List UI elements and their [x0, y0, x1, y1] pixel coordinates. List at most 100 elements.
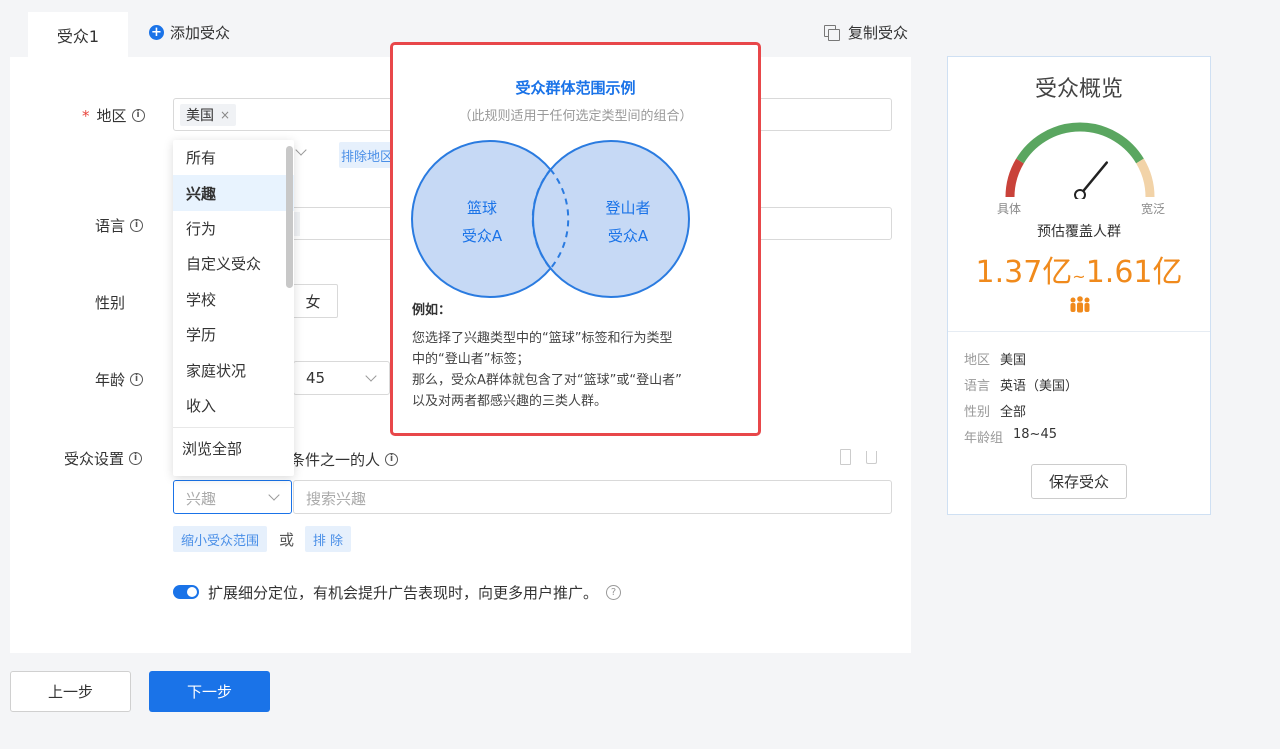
popup-title: 受众群体范围示例 — [515, 79, 636, 97]
exclude-region-text: 排除地区 — [340, 149, 393, 165]
overview-key: 地区 — [964, 353, 991, 368]
venn-right-line-2: 受众A — [607, 227, 649, 245]
venn-left-line-1: 篮球 — [466, 199, 497, 217]
copy-audience-label: 复制受众 — [848, 24, 909, 42]
narrow-audience-button[interactable]: 缩小受众范围 — [173, 526, 267, 552]
coverage-gauge — [1005, 122, 1155, 199]
dropdown-item-family-status[interactable]: 家庭状况 — [173, 352, 294, 387]
prev-step-button[interactable]: 上一步 — [10, 671, 131, 712]
exclude-region-chip[interactable]: 排除地区 — [339, 142, 395, 168]
trash-icon[interactable] — [866, 451, 877, 464]
dropdown-item-behavior[interactable]: 行为 — [173, 211, 294, 246]
overview-key: 年龄组 — [964, 431, 1004, 446]
info-icon[interactable]: i — [130, 373, 144, 386]
audience-overview-panel: 受众概览 具体 宽泛 预估覆盖人群 1.37亿~1.61亿 地区 美国 语言 英语（… — [947, 56, 1211, 515]
region-label: * 地区 i — [82, 105, 145, 126]
gauge-arc-red — [1005, 158, 1024, 198]
save-audience-text: 保存受众 — [1048, 473, 1109, 491]
copy-audience-button[interactable]: 复制受众 — [824, 22, 908, 43]
coverage-sep: ~ — [1072, 267, 1086, 286]
plus-icon: + — [149, 25, 164, 40]
age-max-value: 45 — [306, 369, 326, 387]
condition-text-value: 条件之一的人 — [290, 451, 381, 469]
gauge-arc-beige — [1136, 158, 1155, 198]
interest-search-placeholder: 搜索兴趣 — [306, 490, 367, 508]
add-audience-button[interactable]: + 添加受众 — [149, 22, 230, 43]
venn-right-line-1: 登山者 — [605, 199, 651, 217]
example-body: 您选择了兴趣类型中的“篮球”标签和行为类型 中的“登山者”标签； 那么，受众A群… — [412, 328, 712, 412]
language-label-text: 语言 — [95, 217, 126, 235]
chevron-down-icon — [365, 370, 377, 382]
expand-targeting-toggle[interactable] — [173, 585, 199, 599]
exclude-button[interactable]: 排 除 — [305, 526, 351, 552]
tab-audience-1-label: 受众1 — [56, 26, 100, 46]
or-text: 或 — [279, 531, 295, 549]
exclude-text: 排 除 — [312, 533, 344, 549]
prev-step-text: 上一步 — [47, 683, 93, 701]
gauge-needle — [1078, 161, 1109, 197]
age-label: 年龄 i — [95, 369, 144, 390]
audience-type-value: 兴趣 — [186, 490, 217, 508]
dropdown-item-interest[interactable]: 兴趣 — [173, 175, 294, 211]
venn-left-label: 篮球 受众A — [454, 194, 510, 250]
dropdown-item-custom-audience[interactable]: 自定义受众 — [173, 246, 294, 281]
next-step-button[interactable]: 下一步 — [149, 671, 270, 712]
audience-settings-label: 受众设置 i — [64, 448, 143, 469]
overview-value: 18~45 — [1013, 427, 1057, 442]
info-icon[interactable]: i — [385, 453, 399, 466]
info-icon[interactable]: i — [130, 219, 144, 232]
age-max-select[interactable]: 45 — [293, 361, 390, 395]
audience-settings-text: 受众设置 — [64, 450, 125, 468]
venn-right-label: 登山者 受众A — [596, 194, 660, 250]
dropdown-item-school[interactable]: 学校 — [173, 282, 294, 317]
gender-label: 性别 — [95, 292, 125, 313]
overview-key: 性别 — [964, 405, 991, 420]
copy-icon — [824, 24, 840, 41]
overview-value: 美国 — [1000, 353, 1027, 368]
tab-audience-1[interactable]: 受众1 — [28, 12, 128, 57]
group-icon[interactable] — [840, 449, 851, 465]
example-line: 以及对两者都感兴趣的三类人群。 — [412, 394, 608, 409]
gauge-pivot — [1074, 189, 1086, 199]
expand-targeting-text: 扩展细分定位，有机会提升广告表现时，向更多用户推广。 ? — [208, 582, 622, 603]
question-icon[interactable]: ? — [606, 585, 622, 600]
dropdown-scrollbar[interactable] — [286, 146, 293, 288]
gender-label-text: 性别 — [95, 294, 126, 312]
venn-left-line-2: 受众A — [461, 227, 503, 245]
dropdown-browse-all[interactable]: 浏览全部 — [173, 428, 294, 468]
dropdown-item-all[interactable]: 所有 — [173, 140, 294, 175]
overview-divider — [948, 331, 1210, 332]
overview-row-region: 地区 美国 — [964, 349, 1026, 368]
example-line: 您选择了兴趣类型中的“篮球”标签和行为类型 — [412, 331, 673, 346]
overview-value: 全部 — [1000, 405, 1027, 420]
overview-row-gender: 性别 全部 — [964, 401, 1026, 420]
dropdown-item-income[interactable]: 收入 — [173, 388, 294, 423]
audience-type-select[interactable]: 兴趣 — [173, 480, 292, 514]
info-icon[interactable]: i — [129, 452, 143, 465]
region-label-text: 地区 — [96, 107, 127, 125]
add-audience-label: 添加受众 — [170, 24, 231, 42]
region-tag: 美国 × — [180, 104, 237, 126]
required-mark: * — [82, 106, 90, 125]
coverage-label: 预估覆盖人群 — [1037, 224, 1121, 240]
interest-search-input[interactable]: 搜索兴趣 — [293, 480, 892, 514]
overview-row-age: 年龄组 18~45 — [964, 427, 1057, 446]
example-heading: 例如： — [412, 303, 452, 318]
info-icon[interactable]: i — [131, 109, 145, 122]
overview-value: 英语（美国） — [1000, 379, 1079, 394]
coverage-low: 1.37亿 — [975, 255, 1073, 290]
gender-female-text: 女 — [305, 292, 321, 311]
overview-row-language: 语言 英语（美国） — [964, 375, 1078, 394]
chevron-down-icon — [268, 489, 280, 501]
dropdown-item-education[interactable]: 学历 — [173, 317, 294, 352]
audience-type-dropdown: 所有 兴趣 行为 自定义受众 学校 学历 家庭状况 收入 浏览全部 — [173, 140, 294, 476]
condition-text: 条件之一的人 i — [290, 449, 399, 470]
remove-tag-icon[interactable]: × — [220, 108, 230, 122]
popup-subtitle: （此规则适用于任何选定类型间的组合） — [458, 109, 693, 124]
save-audience-button[interactable]: 保存受众 — [1031, 464, 1127, 499]
gender-female-button[interactable]: 女 — [288, 284, 338, 318]
audience-scope-popup: 受众群体范围示例 （此规则适用于任何选定类型间的组合） 篮球 受众A 登山者 受… — [390, 42, 761, 436]
gauge-label-broad: 宽泛 — [1141, 202, 1166, 216]
gauge-label-specific: 具体 — [997, 202, 1022, 216]
coverage-range: 1.37亿~1.61亿 — [948, 247, 1210, 291]
